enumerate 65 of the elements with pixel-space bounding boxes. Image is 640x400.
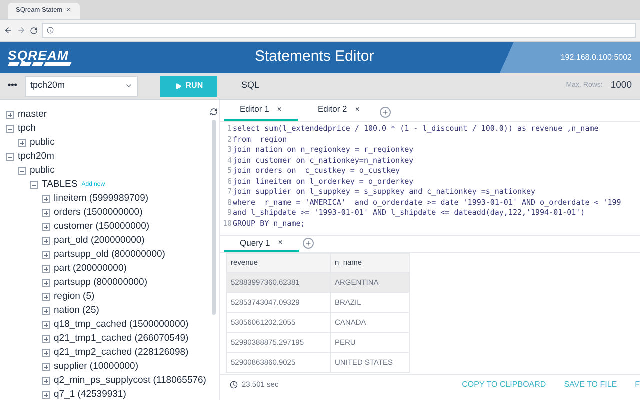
tree-item[interactable]: public <box>30 136 55 150</box>
tree-item[interactable]: q7_1 (42539931) <box>54 388 126 400</box>
tree-item[interactable]: master <box>18 108 48 122</box>
refresh-icon[interactable] <box>210 108 218 116</box>
logo: SQREAM <box>8 49 70 62</box>
expand-icon[interactable] <box>42 363 50 371</box>
editor-tab[interactable]: Editor 1 × <box>224 100 298 121</box>
tree-item[interactable]: TABLES <box>42 178 78 192</box>
tree-item[interactable]: q18_tmp_cached (1500000000) <box>54 318 189 332</box>
tree-item[interactable]: customer (150000000) <box>54 220 150 234</box>
caret-icon <box>125 82 134 90</box>
expand-icon[interactable] <box>18 139 26 147</box>
tree-item[interactable]: part_old (200000000) <box>54 234 145 248</box>
tree-item[interactable]: partsupp_old (800000000) <box>54 248 166 262</box>
expand-icon[interactable] <box>42 265 50 273</box>
collapse-icon[interactable] <box>30 181 38 189</box>
logo-stripes-icon <box>8 62 72 66</box>
expand-icon[interactable] <box>42 251 50 259</box>
expand-icon[interactable] <box>42 293 50 301</box>
back-icon[interactable] <box>4 26 13 35</box>
expand-icon[interactable] <box>6 111 14 119</box>
tree-item[interactable]: tpch20m <box>18 150 54 164</box>
clock-icon <box>230 380 238 388</box>
tree-item[interactable]: q21_tmp1_cached (266070549) <box>54 332 189 346</box>
collapse-icon[interactable] <box>18 167 26 175</box>
tree-item[interactable]: orders (1500000000) <box>54 206 143 220</box>
page-title: Statements Editor <box>254 47 376 68</box>
tree-item[interactable]: tpch <box>18 122 36 136</box>
host-address: 192.168.0.100:5002 <box>560 52 632 64</box>
plus-icon <box>382 109 389 116</box>
expand-icon[interactable] <box>42 279 50 287</box>
add-tab-button[interactable] <box>380 107 391 118</box>
add-tab-button[interactable] <box>302 238 314 249</box>
expand-icon[interactable] <box>42 391 50 399</box>
more-button[interactable]: ••• <box>8 79 18 93</box>
database-select[interactable]: tpch20m <box>25 76 138 96</box>
address-field[interactable] <box>42 23 636 38</box>
expand-icon[interactable] <box>42 321 50 329</box>
expand-icon[interactable] <box>42 195 50 203</box>
expand-icon[interactable] <box>42 237 50 245</box>
tree-item[interactable]: q2_min_ps_supplycost (118065576) <box>54 374 206 388</box>
tree-item[interactable]: nation (25) <box>54 304 100 318</box>
play-icon <box>174 82 182 90</box>
expand-icon[interactable] <box>42 349 50 357</box>
collapse-icon[interactable] <box>6 153 14 161</box>
expand-icon[interactable] <box>42 223 50 231</box>
expand-icon[interactable] <box>42 377 50 385</box>
expand-icon[interactable] <box>42 307 50 315</box>
plus-icon <box>304 240 312 247</box>
editor-tab[interactable]: Editor 2 × <box>302 100 376 121</box>
tree-item[interactable]: part (200000000) <box>54 262 127 276</box>
tree-item[interactable]: supplier (10000000) <box>54 360 139 374</box>
scrollbar[interactable] <box>212 120 216 315</box>
info-icon <box>47 27 54 34</box>
reload-icon[interactable] <box>30 26 38 34</box>
expand-icon[interactable] <box>42 209 50 217</box>
expand-icon[interactable] <box>42 335 50 343</box>
tree-item[interactable]: public <box>30 164 55 178</box>
mode-label: SQL <box>241 79 260 92</box>
collapse-icon[interactable] <box>6 125 14 133</box>
max-rows-field[interactable]: 1000 <box>610 78 632 94</box>
tree-item[interactable]: q21_tmp2_cached (228126098) <box>54 346 189 360</box>
tree-item[interactable]: lineitem (5999989709) <box>54 192 149 206</box>
tree-item[interactable]: partsupp (800000000) <box>54 276 148 290</box>
tree-item[interactable]: region (5) <box>54 290 95 304</box>
